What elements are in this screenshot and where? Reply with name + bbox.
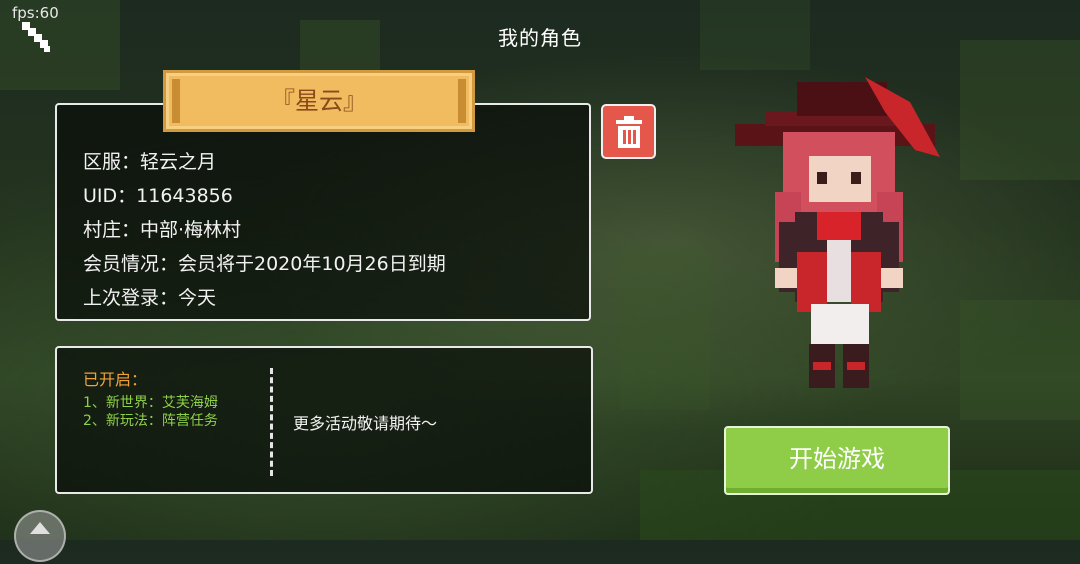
panel-divider (270, 368, 273, 476)
character-name-banner: 『星云』 (163, 70, 475, 132)
opened-item: 2、新玩法：阵营任务 (83, 413, 218, 429)
opened-title: 已开启： (83, 370, 148, 389)
more-events-text: 更多活动敬请期待～ (293, 414, 438, 433)
joystick-button[interactable] (14, 510, 66, 562)
trash-icon (615, 115, 642, 148)
joystick-icon (30, 522, 50, 534)
server-line: 区服：轻云之月 (83, 151, 217, 173)
start-game-button[interactable]: 开始游戏 (724, 426, 950, 495)
character-name: 『星云』 (271, 87, 367, 115)
uid-line: UID：11643856 (83, 185, 233, 207)
events-panel: 已开启： 1、新世界：艾芙海姆 2、新玩法：阵营任务 更多活动敬请期待～ (55, 346, 593, 494)
character-info-list: 区服：轻云之月 UID：11643856 村庄：中部·梅林村 会员情况：会员将于… (83, 145, 446, 315)
character-avatar (735, 72, 945, 397)
last-login-line: 上次登录：今天 (83, 287, 217, 309)
membership-line: 会员情况：会员将于2020年10月26日到期 (83, 253, 446, 275)
delete-character-button[interactable] (601, 104, 656, 159)
character-info-panel: 区服：轻云之月 UID：11643856 村庄：中部·梅林村 会员情况：会员将于… (55, 103, 591, 321)
village-line: 村庄：中部·梅林村 (83, 219, 242, 241)
opened-item: 1、新世界：艾芙海姆 (83, 395, 218, 411)
page-title: 我的角色 (498, 26, 582, 50)
